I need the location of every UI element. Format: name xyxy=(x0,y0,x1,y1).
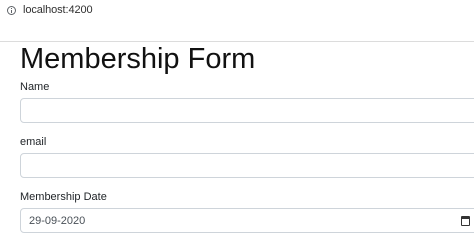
page-title: Membership Form xyxy=(20,43,256,75)
membership-date-input[interactable]: 29-09-2020 xyxy=(20,208,474,233)
email-label: email xyxy=(20,136,47,148)
name-input[interactable] xyxy=(20,98,474,123)
name-label: Name xyxy=(20,81,50,93)
info-icon[interactable] xyxy=(7,5,16,15)
membership-date-value: 29-09-2020 xyxy=(29,214,86,227)
url-text[interactable]: localhost:4200 xyxy=(23,4,93,16)
email-input[interactable] xyxy=(20,153,474,178)
calendar-icon[interactable] xyxy=(461,216,470,226)
address-bar[interactable]: localhost:4200 xyxy=(0,0,474,20)
membership-date-label: Membership Date xyxy=(20,191,107,203)
